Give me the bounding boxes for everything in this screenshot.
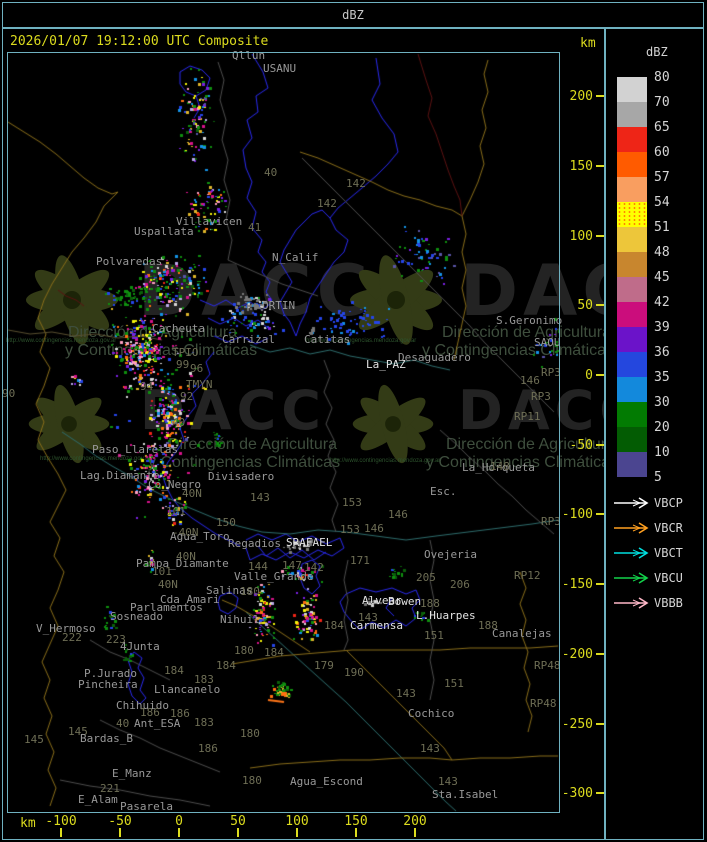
dbz-scale-value: 20 [654,420,670,435]
dbz-scale-box [617,377,647,402]
dbz-scale-value: 10 [654,445,670,460]
dbz-scale-box [617,327,647,352]
dbz-scale-box [617,302,647,327]
dbz-scale-box [617,427,647,452]
dbz-scale-value: 35 [654,370,670,385]
dbz-scale-box [617,277,647,302]
dbz-scale-value: 54 [654,195,670,210]
dbz-scale-value: 5 [654,470,662,485]
legend-title: dBZ [646,45,668,59]
dbz-scale-value: 60 [654,145,670,160]
dbz-scale-box [617,452,647,477]
dbz-scale-box [617,402,647,427]
dbz-scale-value: 36 [654,345,670,360]
dbz-scale-value: 48 [654,245,670,260]
window-title: dBZ [342,8,364,22]
dbz-scale-value: 51 [654,220,670,235]
title-bar: dBZ [2,2,704,28]
dbz-scale-value: 57 [654,170,670,185]
dbz-scale-value: 39 [654,320,670,335]
dbz-scale-value: 80 [654,70,670,85]
dbz-scale-box [617,227,647,252]
dbz-scale-value: 70 [654,95,670,110]
dbz-scale-box [617,252,647,277]
dbz-scale-box [617,77,647,102]
window-chrome: dBZ 2026/01/07 19:12:00 UTC Composite km… [0,0,707,842]
dbz-scale-box [617,152,647,177]
dbz-scale-box [617,352,647,377]
radar-app-window: DACCDirección de Agriculturay Contingenc… [0,0,707,842]
dbz-scale-box [617,202,647,227]
dbz-scale-box [617,102,647,127]
dbz-scale-value: 42 [654,295,670,310]
dbz-scale-value: 30 [654,395,670,410]
dbz-scale-value: 45 [654,270,670,285]
dbz-scale-box [617,177,647,202]
map-plot-border [7,52,560,813]
dbz-scale-box [617,127,647,152]
dbz-scale-value: 65 [654,120,670,135]
